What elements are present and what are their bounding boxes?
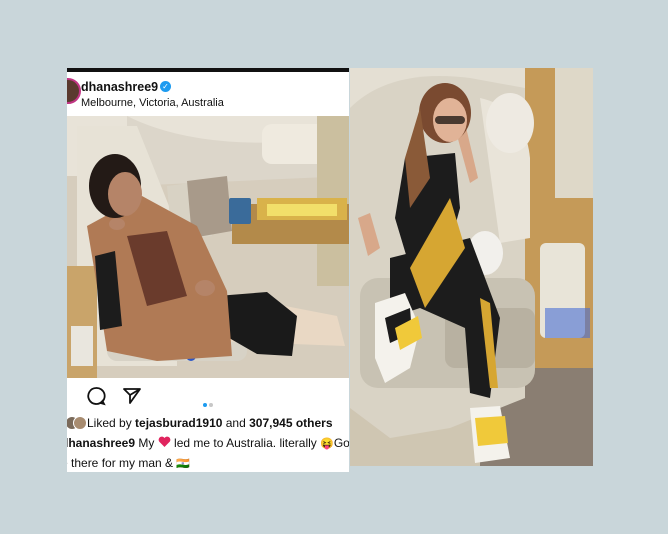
instagram-post-screenshot: dhanashree9 ✓ Melbourne, Victoria, Austr… bbox=[67, 68, 349, 472]
caption-text-3: Go bbox=[333, 436, 349, 450]
liker-avatars bbox=[67, 416, 87, 430]
tongue-emoji-icon: 😝 bbox=[320, 438, 334, 450]
likes-count[interactable]: 307,945 others bbox=[249, 416, 332, 430]
caption-line-1: dhanashree9 My led me to Australia. lite… bbox=[67, 434, 349, 454]
likes-prefix: Liked by bbox=[87, 416, 136, 430]
carousel-indicator bbox=[203, 394, 215, 412]
red-heart-icon bbox=[158, 436, 171, 447]
caption-username[interactable]: dhanashree9 bbox=[67, 436, 135, 450]
post-username[interactable]: dhanashree9 bbox=[81, 80, 158, 94]
post-photo-airplane-cabin bbox=[67, 116, 349, 378]
likes-row: Liked by tejasburad1910 and 307,945 othe… bbox=[67, 414, 349, 434]
post-actions-bar bbox=[67, 378, 349, 412]
likes-and: and bbox=[222, 416, 250, 430]
likes-text[interactable]: Liked by tejasburad1910 and 307,945 othe… bbox=[87, 416, 333, 430]
caption-text-2: led me to Australia. literally bbox=[170, 436, 321, 450]
carousel-dot bbox=[209, 403, 213, 407]
profile-avatar[interactable] bbox=[67, 78, 81, 104]
caption-line-2: e there for my man & 🇮🇳 bbox=[67, 454, 349, 472]
caption-text-1: My bbox=[135, 436, 158, 450]
post-caption: dhanashree9 My led me to Australia. lite… bbox=[67, 434, 349, 472]
india-flag-emoji-icon: 🇮🇳 bbox=[176, 458, 191, 470]
right-photo-airplane-seat bbox=[350, 68, 593, 466]
photo-collage: dhanashree9 ✓ Melbourne, Victoria, Austr… bbox=[0, 0, 668, 534]
liker-username[interactable]: tejasburad1910 bbox=[135, 416, 222, 430]
comment-icon[interactable] bbox=[86, 386, 106, 406]
carousel-dot-active bbox=[203, 403, 207, 407]
verified-badge-icon: ✓ bbox=[160, 81, 171, 92]
caption-text-4: e there for my man & bbox=[67, 456, 177, 470]
share-icon[interactable] bbox=[122, 386, 142, 406]
post-header: dhanashree9 ✓ Melbourne, Victoria, Austr… bbox=[67, 72, 349, 116]
post-location[interactable]: Melbourne, Victoria, Australia bbox=[81, 97, 224, 109]
